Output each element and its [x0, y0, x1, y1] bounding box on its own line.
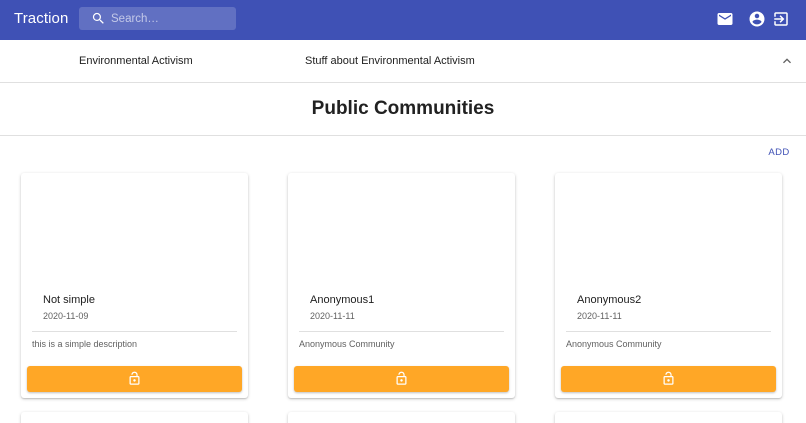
community-date: 2020-11-11	[577, 311, 622, 321]
community-date: 2020-11-09	[43, 311, 89, 321]
app-bar: Traction	[0, 0, 806, 40]
search-box[interactable]	[79, 7, 236, 30]
search-input[interactable]	[111, 10, 229, 27]
account-circle-icon[interactable]	[748, 10, 766, 28]
community-description: Anonymous Community	[566, 339, 662, 349]
join-community-button[interactable]	[561, 366, 776, 392]
join-community-button[interactable]	[294, 366, 509, 392]
community-card: Anonymous2 2020-11-11 Anonymous Communit…	[555, 173, 782, 398]
banner-community-description: Stuff about Environmental Activism	[305, 55, 475, 67]
add-community-button[interactable]: ADD	[764, 145, 794, 161]
community-description: this is a simple description	[32, 339, 138, 349]
community-banner[interactable]: Environmental Activism Stuff about Envir…	[0, 40, 806, 83]
card-divider	[299, 331, 504, 332]
page-title: Public Communities	[311, 98, 495, 119]
community-card: Anonymous1 2020-11-11 Anonymous Communit…	[288, 173, 515, 398]
app-title[interactable]: Traction	[14, 10, 68, 27]
banner-community-name: Environmental Activism	[79, 55, 193, 67]
lock-open-icon	[663, 371, 674, 385]
mail-icon[interactable]	[716, 10, 734, 28]
community-name: Anonymous2	[577, 294, 642, 306]
join-community-button[interactable]	[27, 366, 242, 392]
community-card-partial	[288, 412, 515, 423]
community-card-partial	[21, 412, 248, 423]
card-divider	[566, 331, 771, 332]
lock-open-icon	[129, 371, 140, 385]
chevron-up-icon[interactable]	[779, 53, 795, 69]
logout-icon[interactable]	[772, 10, 790, 28]
divider	[0, 135, 806, 136]
community-name: Anonymous1	[310, 294, 375, 306]
lock-open-icon	[396, 371, 407, 385]
community-description: Anonymous Community	[299, 339, 395, 349]
search-icon	[92, 12, 104, 24]
card-divider	[32, 331, 237, 332]
community-card: Not simple 2020-11-09 this is a simple d…	[21, 173, 248, 398]
community-card-partial	[555, 412, 782, 423]
community-date: 2020-11-11	[310, 311, 355, 321]
community-name: Not simple	[43, 294, 95, 306]
